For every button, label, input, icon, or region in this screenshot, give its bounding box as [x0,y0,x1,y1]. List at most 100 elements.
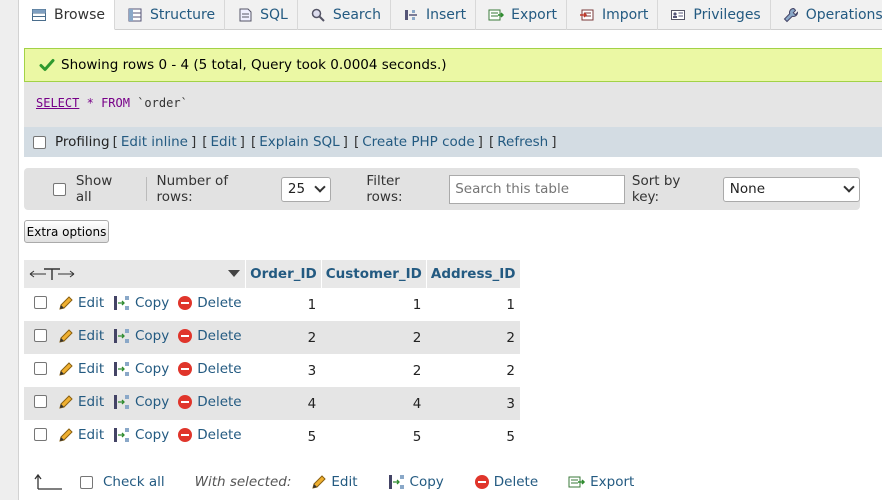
tab-operations[interactable]: Operations [771,0,882,30]
extra-options-button[interactable]: Extra options [24,220,109,243]
sql-keyword-select[interactable]: SELECT [36,96,79,110]
show-all-checkbox[interactable] [53,182,66,196]
cell-address-id[interactable]: 2 [426,321,521,354]
cell-order-id[interactable]: 1 [245,288,322,321]
arrow-up-left-icon [34,473,62,490]
profiling-bar: Profiling [Edit inline] [Edit] [Explain … [24,127,882,157]
search-icon [311,8,325,22]
show-all-label: Show all [75,173,113,205]
edit-query-link[interactable]: Edit [211,134,237,150]
pencil-icon [59,328,73,343]
with-selected-label: With selected: [194,474,292,490]
delete-icon [178,394,193,409]
cell-order-id[interactable]: 5 [245,420,322,453]
tab-label: Privileges [693,7,761,23]
row-copy-button[interactable]: Copy [113,295,169,311]
cell-customer-id[interactable]: 2 [321,354,427,387]
row-copy-button[interactable]: Copy [113,394,169,410]
row-edit-button[interactable]: Edit [58,361,104,377]
pencil-icon [59,361,73,376]
tab-sql[interactable]: SQL [225,0,298,30]
table-row: Edit Copy Delete 3 2 2 [24,354,521,387]
row-delete-button[interactable]: Delete [177,295,242,311]
tab-browse[interactable]: Browse [19,0,115,30]
row-copy-button[interactable]: Copy [113,328,169,344]
sql-icon [239,8,252,22]
refresh-link[interactable]: Refresh [497,134,548,150]
tab-label: Import [601,7,649,23]
tab-privileges[interactable]: Privileges [658,0,771,30]
filter-rows-placeholder: Search this table [455,181,570,197]
copy-icon [114,295,129,310]
results-table: Order_ID Customer_ID Address_ID Edit Copy… [24,260,521,453]
delete-icon [178,361,193,376]
bulk-actions-bar: Check all With selected: Edit Copy Delet… [24,468,634,496]
rows-per-page-select[interactable]: 25 [280,176,332,202]
row-checkbox[interactable] [34,428,47,441]
rows-per-page-value: 25 [287,181,306,197]
tab-import[interactable]: Import [567,0,659,30]
sql-query-box: SELECT * FROM `order` [24,82,882,127]
delete-icon [178,295,193,310]
cell-order-id[interactable]: 4 [245,387,322,420]
sql-table-name: `order` [137,96,188,110]
browse-icon [32,8,46,21]
sort-dropdown-icon[interactable] [227,269,241,279]
cell-order-id[interactable]: 3 [245,354,322,387]
tab-export[interactable]: Export [476,0,567,30]
check-all-checkbox[interactable] [80,475,93,489]
cell-address-id[interactable]: 5 [426,420,521,453]
bulk-delete-button[interactable]: Delete [474,474,538,490]
tab-insert[interactable]: Insert [391,0,477,30]
tab-structure[interactable]: Structure [115,0,226,30]
column-header-customer-id[interactable]: Customer_ID [321,260,427,288]
row-copy-button[interactable]: Copy [113,361,169,377]
sort-by-key-select[interactable]: None [722,176,861,202]
cell-address-id[interactable]: 2 [426,354,521,387]
row-edit-button[interactable]: Edit [58,394,104,410]
row-delete-button[interactable]: Delete [177,361,242,377]
bulk-edit-button[interactable]: Edit [311,474,358,490]
cell-customer-id[interactable]: 5 [321,420,427,453]
row-edit-button[interactable]: Edit [58,295,104,311]
row-delete-button[interactable]: Delete [177,394,242,410]
column-header-order-id[interactable]: Order_ID [245,260,322,288]
cell-address-id[interactable]: 3 [426,387,521,420]
bulk-export-button[interactable]: Export [568,474,634,490]
export-icon [488,9,505,21]
row-delete-button[interactable]: Delete [177,427,242,443]
left-panel-edge [0,0,19,500]
row-checkbox[interactable] [34,296,47,309]
rows-label: Number of rows: [156,173,229,205]
cell-customer-id[interactable]: 2 [321,321,427,354]
cell-customer-id[interactable]: 4 [321,387,427,420]
row-edit-button[interactable]: Edit [58,328,104,344]
row-copy-button[interactable]: Copy [113,427,169,443]
structure-icon [128,8,142,22]
row-checkbox[interactable] [34,362,47,375]
column-header-address-id[interactable]: Address_ID [426,260,521,288]
tab-search[interactable]: Search [298,0,391,30]
pencil-icon [59,394,73,409]
create-php-code-link[interactable]: Create PHP code [362,134,474,150]
sort-by-key-label: Sort by key: [631,173,681,205]
export-icon [568,476,586,488]
checkmark-icon [39,59,55,71]
cell-address-id[interactable]: 1 [426,288,521,321]
cell-customer-id[interactable]: 1 [321,288,427,321]
filter-rows-input[interactable]: Search this table [449,174,625,204]
bulk-copy-button[interactable]: Copy [388,474,444,490]
cell-order-id[interactable]: 2 [245,321,322,354]
row-delete-button[interactable]: Delete [177,328,242,344]
row-checkbox[interactable] [34,395,47,408]
edit-inline-link[interactable]: Edit inline [121,134,188,150]
profiling-checkbox[interactable] [33,135,46,149]
row-edit-button[interactable]: Edit [58,427,104,443]
filter-rows-label: Filter rows: [366,173,403,205]
explain-sql-link[interactable]: Explain SQL [259,134,339,150]
table-row: Edit Copy Delete 1 1 1 [24,288,521,321]
check-all-label[interactable]: Check all [103,474,165,490]
row-checkbox[interactable] [34,329,47,342]
column-resize-arrows-icon[interactable] [28,267,76,281]
sql-keyword-from: FROM [101,96,130,110]
